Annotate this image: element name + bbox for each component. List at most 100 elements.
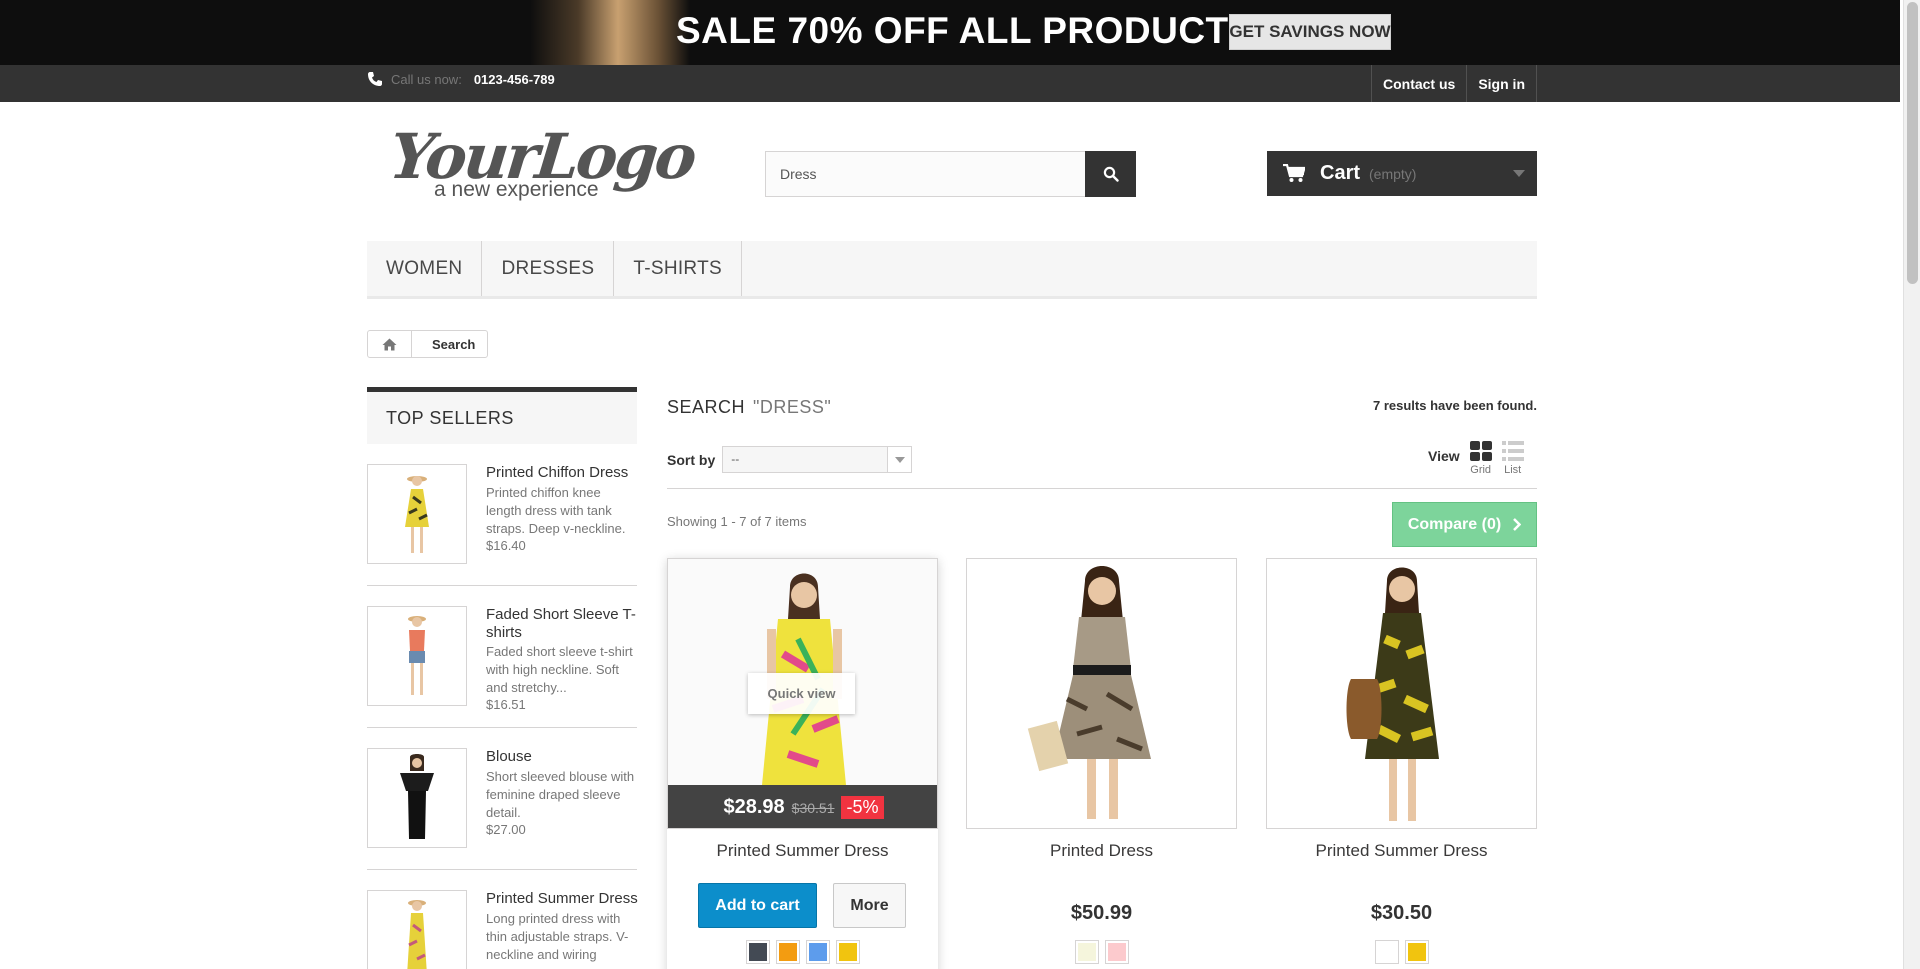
view-list-button[interactable]: List bbox=[1501, 441, 1524, 476]
color-swatch[interactable] bbox=[1374, 940, 1399, 964]
search-input[interactable] bbox=[765, 151, 1085, 197]
search-query: "DRESS" bbox=[753, 397, 832, 417]
color-swatch[interactable] bbox=[745, 940, 770, 964]
product-description: Faded short sleeve t-shirt with high nec… bbox=[486, 644, 633, 695]
color-swatch[interactable] bbox=[805, 940, 830, 964]
product-card[interactable]: Quick view $28.98 $30.51 -5% Printed Sum… bbox=[667, 558, 938, 969]
breadcrumb: Search bbox=[367, 330, 489, 358]
chevron-right-icon bbox=[1513, 518, 1522, 531]
top-sellers-title[interactable]: TOP SELLERS bbox=[367, 387, 637, 444]
sort-control: Sort by -- bbox=[667, 446, 913, 473]
search-label: SEARCH bbox=[667, 397, 746, 417]
menu-item-women[interactable]: WOMEN bbox=[367, 241, 483, 296]
page-scrollbar[interactable] bbox=[1903, 0, 1920, 969]
dress-image bbox=[407, 900, 427, 969]
list-icon bbox=[1501, 441, 1524, 461]
site-logo[interactable]: YourLogo a new experience bbox=[386, 120, 697, 210]
product-name[interactable]: Printed Summer Dress bbox=[667, 841, 938, 861]
product-price: $50.99 bbox=[1070, 902, 1133, 924]
product-thumbnail[interactable] bbox=[367, 748, 467, 848]
sort-label: Sort by bbox=[667, 451, 716, 468]
search-icon bbox=[1103, 166, 1119, 182]
product-description: Long printed dress with thin adjustable … bbox=[486, 911, 629, 962]
old-price: $30.51 bbox=[791, 799, 835, 816]
price-overlay: $28.98 $30.51 -5% bbox=[668, 785, 937, 828]
product-price: $30.50 bbox=[1370, 902, 1433, 924]
grid-icon bbox=[1469, 441, 1492, 461]
phone-number: 0123-456-789 bbox=[473, 71, 555, 87]
color-swatch[interactable] bbox=[1074, 940, 1099, 964]
compare-button[interactable]: Compare (0) bbox=[1392, 502, 1537, 547]
cart-status: (empty) bbox=[1369, 165, 1417, 182]
scrollbar-thumb[interactable] bbox=[1907, 2, 1918, 284]
product-thumbnail[interactable] bbox=[367, 606, 467, 706]
product-price: $16.40 bbox=[486, 538, 526, 553]
main-menu: WOMEN DRESSES T-SHIRTS bbox=[367, 241, 1537, 299]
view-grid-button[interactable]: Grid bbox=[1469, 441, 1492, 476]
color-swatch[interactable] bbox=[1104, 940, 1129, 964]
blouse-image bbox=[400, 754, 434, 839]
color-swatches bbox=[667, 940, 938, 964]
view-label: View bbox=[1428, 448, 1460, 464]
color-swatches bbox=[966, 940, 1237, 964]
product-card[interactable]: Printed Summer Dress $30.50 bbox=[1266, 558, 1537, 969]
top-nav-bar: Call us now: 0123-456-789 Contact us Sign… bbox=[0, 65, 1900, 102]
product-description: Short sleeved blouse with feminine drape… bbox=[486, 769, 635, 820]
quick-view-button[interactable]: Quick view bbox=[748, 673, 855, 714]
logo-tagline: a new experience bbox=[434, 178, 599, 201]
menu-item-tshirts[interactable]: T-SHIRTS bbox=[614, 241, 742, 296]
sign-in-link[interactable]: Sign in bbox=[1466, 65, 1537, 102]
product-price: $16.51 bbox=[486, 697, 526, 712]
chevron-down-icon bbox=[1513, 170, 1525, 177]
more-button[interactable]: More bbox=[833, 883, 906, 928]
results-count: 7 results have been found. bbox=[1373, 398, 1537, 413]
product-name[interactable]: Printed Summer Dress bbox=[486, 890, 641, 908]
add-to-cart-button[interactable]: Add to cart bbox=[698, 883, 817, 928]
page-title: SEARCH "DRESS" bbox=[667, 397, 831, 418]
discount-badge: -5% bbox=[841, 796, 884, 819]
view-switcher: View Grid List bbox=[1428, 441, 1524, 476]
contact-us-link[interactable]: Contact us bbox=[1370, 65, 1466, 102]
product-card[interactable]: Printed Dress $50.99 bbox=[966, 558, 1237, 969]
top-links: Contact us Sign in bbox=[1370, 65, 1537, 102]
color-swatch[interactable] bbox=[775, 940, 800, 964]
call-label: Call us now: bbox=[391, 71, 462, 87]
view-grid-label: Grid bbox=[1470, 464, 1492, 476]
sort-select[interactable]: -- bbox=[722, 446, 913, 473]
divider bbox=[667, 488, 1537, 489]
chevron-down-icon bbox=[887, 447, 912, 472]
get-savings-button[interactable]: GET SAVINGS NOW bbox=[1229, 14, 1391, 50]
list-item: Blouse Short sleeved blouse with feminin… bbox=[367, 728, 637, 870]
product-name[interactable]: Printed Dress bbox=[966, 841, 1237, 861]
menu-item-dresses[interactable]: DRESSES bbox=[482, 241, 615, 296]
cart-label: Cart bbox=[1320, 162, 1361, 184]
product-image[interactable] bbox=[1266, 558, 1537, 829]
compare-label: Compare (0) bbox=[1407, 515, 1502, 533]
view-list-label: List bbox=[1504, 464, 1522, 476]
banner-model-image bbox=[530, 0, 690, 65]
search-button[interactable] bbox=[1085, 151, 1136, 197]
product-name[interactable]: Faded Short Sleeve T-shirts bbox=[486, 606, 641, 642]
color-swatch[interactable] bbox=[1404, 940, 1429, 964]
product-thumbnail[interactable] bbox=[367, 890, 467, 969]
dress-image bbox=[967, 559, 1236, 828]
cart-button[interactable]: Cart (empty) bbox=[1267, 151, 1537, 196]
product-image[interactable]: Quick view $28.98 $30.51 -5% bbox=[667, 558, 938, 829]
home-icon bbox=[382, 338, 397, 350]
product-price: $28.98 bbox=[723, 796, 785, 818]
product-image[interactable] bbox=[966, 558, 1237, 829]
color-swatches bbox=[1266, 940, 1537, 964]
showing-count: Showing 1 - 7 of 7 items bbox=[667, 514, 807, 529]
product-name[interactable]: Blouse bbox=[486, 748, 641, 766]
color-swatch[interactable] bbox=[835, 940, 860, 964]
cart-icon bbox=[1283, 164, 1305, 182]
product-name[interactable]: Printed Chiffon Dress bbox=[486, 464, 641, 482]
top-sellers-block: TOP SELLERS Printed Chiffon Dress Printe… bbox=[367, 387, 638, 969]
promo-banner[interactable]: SALE 70% OFF ALL PRODUCTS GET SAVINGS NO… bbox=[0, 0, 1900, 65]
banner-sale-text: SALE 70% OFF ALL PRODUCTS bbox=[676, 10, 1254, 51]
product-name[interactable]: Printed Summer Dress bbox=[1266, 841, 1537, 861]
breadcrumb-home[interactable] bbox=[368, 331, 412, 357]
phone-contact: Call us now: 0123-456-789 bbox=[367, 71, 555, 87]
list-item: Faded Short Sleeve T-shirts Faded short … bbox=[367, 586, 637, 728]
product-thumbnail[interactable] bbox=[367, 464, 467, 564]
